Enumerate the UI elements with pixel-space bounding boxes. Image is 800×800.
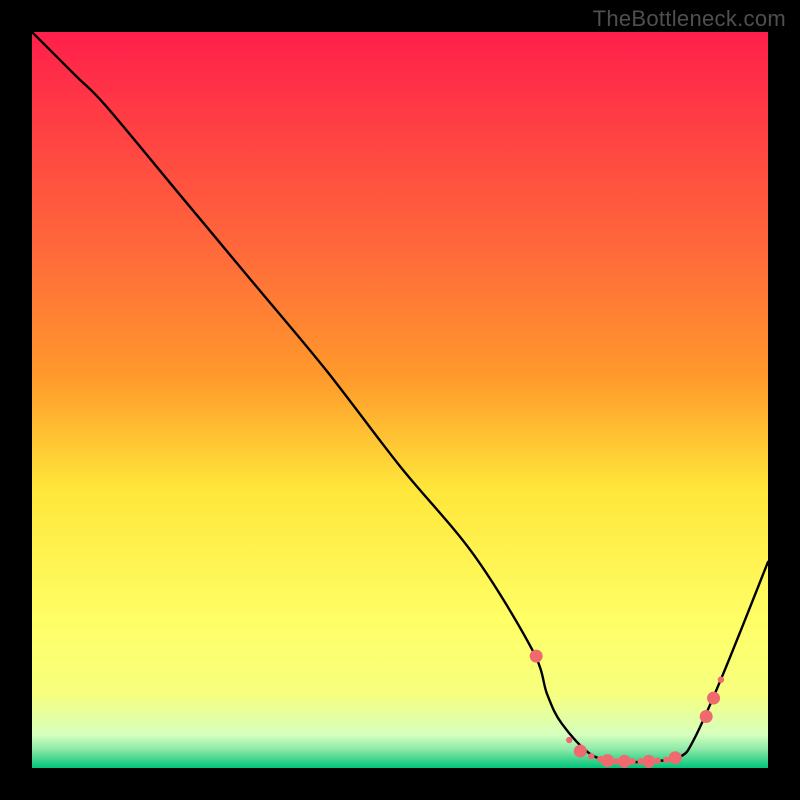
data-point [574,745,587,758]
watermark-label: TheBottleneck.com [593,6,786,32]
data-point [663,757,669,763]
plot-area [32,32,768,768]
data-point [629,758,635,764]
data-point [707,692,720,705]
data-point [566,737,572,743]
data-point [530,650,543,663]
data-point [642,755,655,768]
chart-stage: TheBottleneck.com [0,0,800,800]
data-point [588,753,594,759]
data-point [601,754,614,767]
data-point [718,676,724,682]
data-point [618,755,631,768]
chart-svg [32,32,768,768]
data-point [654,757,660,763]
data-point [700,710,713,723]
gradient-background [32,32,768,768]
data-point [669,751,682,764]
